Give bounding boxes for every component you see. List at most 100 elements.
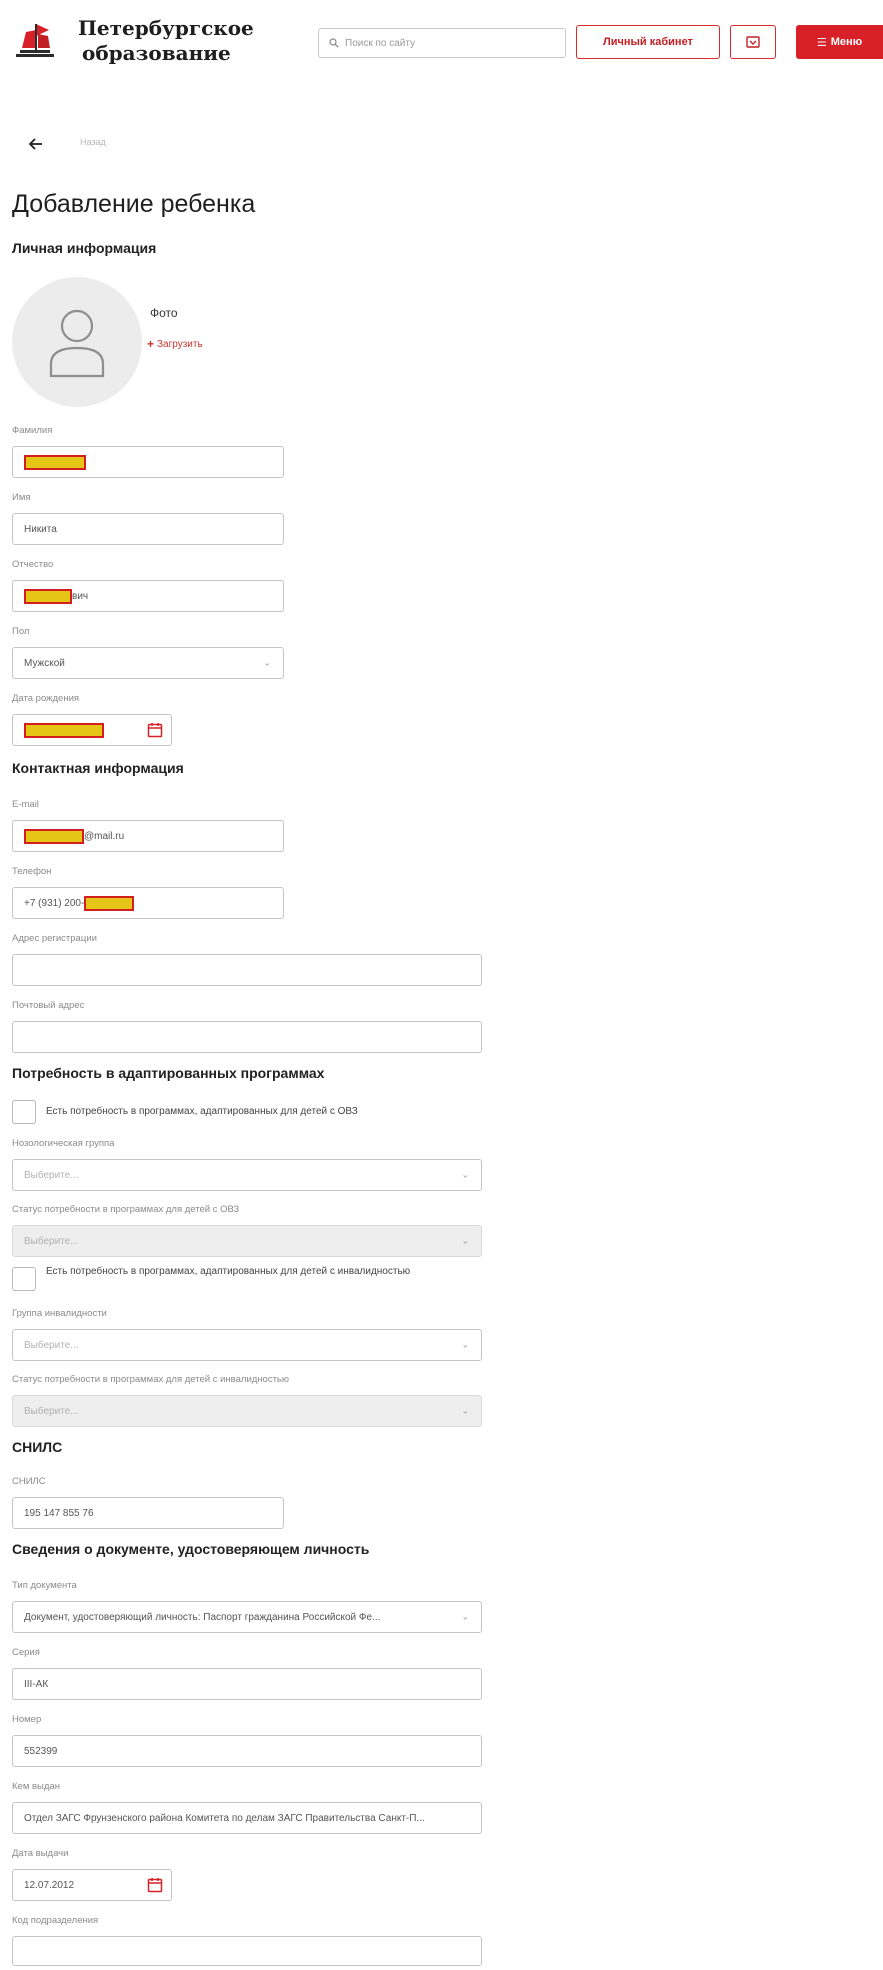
surname-label: Фамилия [12, 425, 53, 436]
logo-icon[interactable] [12, 22, 58, 60]
adapted-programs-heading: Потребность в адаптированных программах [12, 1065, 325, 1081]
back-button[interactable] [22, 133, 50, 155]
ovz-status-placeholder: Выберите... [24, 1235, 79, 1247]
snils-heading: СНИЛС [12, 1439, 63, 1455]
disability-status-placeholder: Выберите... [24, 1405, 79, 1417]
chevron-down-icon: ⌄ [461, 1611, 469, 1622]
search-icon [329, 38, 339, 48]
redacted-value [24, 722, 104, 738]
redacted-value [24, 588, 72, 604]
post-address-field[interactable] [12, 1021, 482, 1053]
surname-field[interactable] [12, 446, 284, 478]
gender-select[interactable]: Мужской ⌄ [12, 647, 284, 679]
dept-code-field[interactable] [12, 1936, 482, 1966]
email-label: E-mail [12, 799, 39, 810]
name-value: Никита [24, 523, 57, 535]
user-icon [49, 309, 105, 378]
calendar-icon[interactable] [147, 1877, 163, 1893]
breadcrumb[interactable]: Назад [80, 137, 106, 147]
chevron-down-icon: ⌄ [461, 1405, 469, 1416]
reg-address-field[interactable] [12, 954, 482, 986]
phone-field[interactable]: +7 (931) 200- [12, 887, 284, 919]
issue-date-label: Дата выдачи [12, 1848, 69, 1859]
personal-cabinet-button[interactable]: Личный кабинет [576, 25, 720, 59]
nosology-label: Нозологическая группа [12, 1138, 115, 1149]
hamburger-icon: ☰ [816, 36, 827, 49]
phone-label: Телефон [12, 866, 52, 877]
series-field[interactable]: III-АК [12, 1668, 482, 1700]
issuer-field[interactable]: Отдел ЗАГС Фрунзенского района Комитета … [12, 1802, 482, 1834]
patronymic-label: Отчество [12, 559, 54, 570]
gender-value: Мужской [24, 657, 65, 669]
eye-icon [746, 36, 760, 48]
disability-checkbox-label[interactable]: Есть потребность в программах, адаптиров… [46, 1265, 426, 1278]
nosology-select[interactable]: Выберите... ⌄ [12, 1159, 482, 1191]
snils-field[interactable]: 195 147 855 76 [12, 1497, 284, 1529]
number-value: 552399 [24, 1745, 58, 1757]
doc-type-label: Тип документа [12, 1580, 77, 1591]
issue-date-field[interactable]: 12.07.2012 [12, 1869, 172, 1901]
post-address-label: Почтовый адрес [12, 1000, 85, 1011]
number-field[interactable]: 552399 [12, 1735, 482, 1767]
arrow-left-icon [28, 138, 42, 150]
ovz-checkbox[interactable] [12, 1100, 36, 1124]
redacted-value [24, 454, 86, 470]
logo-text[interactable]: Петербургское образование [78, 16, 254, 66]
logo-line-1: Петербургское [78, 16, 254, 40]
number-label: Номер [12, 1714, 42, 1725]
contact-info-heading: Контактная информация [12, 760, 184, 776]
chevron-down-icon: ⌄ [461, 1339, 469, 1350]
photo-label: Фото [150, 306, 178, 320]
upload-label: Загрузить [157, 338, 203, 350]
disability-status-label: Статус потребности в программах для дете… [12, 1374, 290, 1385]
snils-label: СНИЛС [12, 1476, 46, 1487]
accessibility-button[interactable] [730, 25, 776, 59]
doc-type-value: Документ, удостоверяющий личность: Паспо… [24, 1611, 381, 1623]
page-title: Добавление ребенка [12, 190, 256, 218]
series-label: Серия [12, 1647, 40, 1658]
calendar-icon[interactable] [147, 722, 163, 738]
doc-type-select[interactable]: Документ, удостоверяющий личность: Паспо… [12, 1601, 482, 1633]
document-heading: Сведения о документе, удостоверяющем лич… [12, 1541, 370, 1557]
birth-date-field[interactable] [12, 714, 172, 746]
search-input[interactable]: Поиск по сайту [318, 28, 566, 58]
email-suffix: @mail.ru [84, 830, 125, 842]
upload-photo-link[interactable]: + Загрузить [147, 337, 203, 351]
plus-icon: + [147, 337, 155, 351]
ovz-status-label: Статус потребности в программах для дете… [12, 1204, 240, 1215]
menu-label: Меню [830, 36, 863, 48]
email-field[interactable]: @mail.ru [12, 820, 284, 852]
avatar [12, 277, 142, 407]
patronymic-field[interactable]: вич [12, 580, 284, 612]
issue-date-value: 12.07.2012 [24, 1879, 75, 1891]
logo-line-2: образование [82, 41, 231, 65]
disability-checkbox[interactable] [12, 1267, 36, 1291]
reg-address-label: Адрес регистрации [12, 933, 97, 944]
name-field[interactable]: Никита [12, 513, 284, 545]
chevron-down-icon: ⌄ [263, 657, 271, 668]
phone-prefix: +7 (931) 200- [24, 897, 85, 909]
issuer-label: Кем выдан [12, 1781, 60, 1792]
redacted-value [84, 895, 135, 911]
chevron-down-icon: ⌄ [461, 1235, 469, 1246]
disability-group-select[interactable]: Выберите... ⌄ [12, 1329, 482, 1361]
dept-code-label: Код подразделения [12, 1915, 99, 1926]
patronymic-suffix: вич [72, 590, 89, 602]
issuer-value: Отдел ЗАГС Фрунзенского района Комитета … [24, 1812, 425, 1824]
menu-button[interactable]: ☰ Меню [796, 25, 883, 59]
chevron-down-icon: ⌄ [461, 1169, 469, 1180]
ovz-checkbox-label[interactable]: Есть потребность в программах, адаптиров… [46, 1105, 466, 1118]
snils-value: 195 147 855 76 [24, 1507, 94, 1519]
search-placeholder: Поиск по сайту [345, 37, 416, 49]
nosology-placeholder: Выберите... [24, 1169, 79, 1181]
gender-label: Пол [12, 626, 30, 637]
ovz-status-select: Выберите... ⌄ [12, 1225, 482, 1257]
series-value: III-АК [24, 1678, 49, 1690]
personal-info-heading: Личная информация [12, 240, 157, 256]
redacted-value [24, 828, 84, 844]
disability-group-placeholder: Выберите... [24, 1339, 79, 1351]
birth-date-label: Дата рождения [12, 693, 80, 704]
disability-status-select: Выберите... ⌄ [12, 1395, 482, 1427]
disability-group-label: Группа инвалидности [12, 1308, 107, 1319]
name-label: Имя [12, 492, 31, 503]
